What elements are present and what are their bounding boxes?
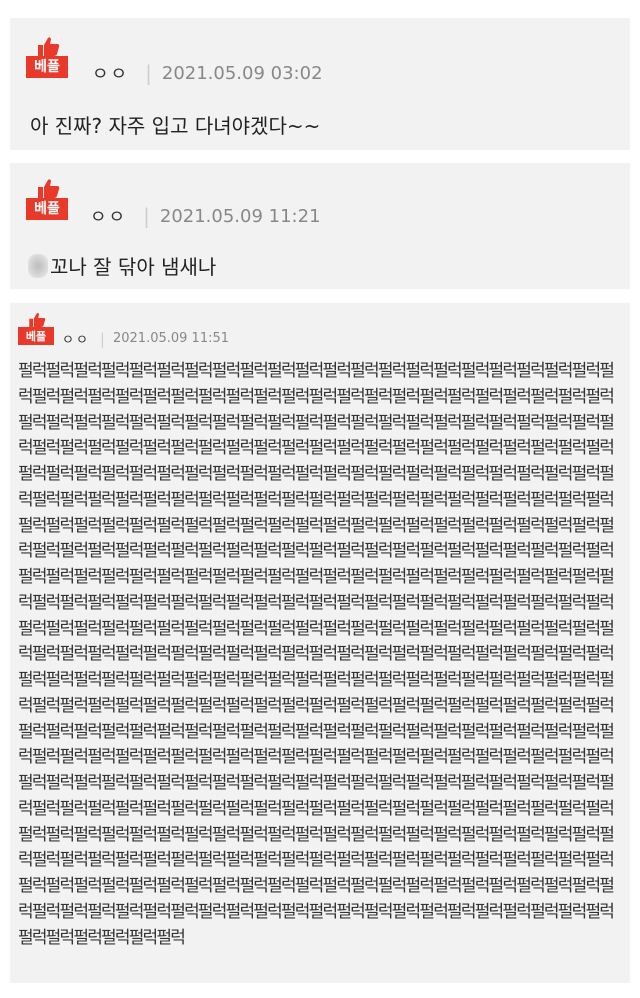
comment-text: 아 진짜? 자주 입고 다녀야겠다~~: [30, 114, 321, 138]
thumbs-up-icon: [29, 312, 46, 327]
thumbs-up-icon: [38, 37, 60, 56]
best-comment-badge: 베플: [26, 178, 68, 220]
meta-divider: |: [99, 329, 105, 348]
author-name[interactable]: ㅇㅇ: [62, 329, 90, 348]
comment-date: 2021.05.09 03:02: [161, 62, 323, 84]
best-comment-card: 베플 ㅇㅇ | 2021.05.09 11:21 꼬나 잘 닦아 냄새나: [10, 163, 630, 289]
best-comment-badge: 베플: [18, 312, 54, 345]
comment-text: 꼬나 잘 닦아 냄새나: [50, 255, 217, 279]
author-name[interactable]: ㅇㅇ: [92, 60, 129, 86]
best-comment-card: 베플 ㅇㅇ | 2021.05.09 11:51 펄럭펄럭펄럭펄럭펄럭펄럭펄럭펄…: [10, 303, 630, 983]
comment-body: 꼬나 잘 닦아 냄새나: [28, 251, 216, 280]
best-badge-label: 베플: [26, 56, 68, 78]
best-comment-badge: 베플: [26, 36, 68, 78]
meta-divider: |: [143, 204, 150, 228]
best-badge-label: 베플: [18, 327, 54, 345]
comment-meta: ㅇㅇ | 2021.05.09 11:21: [90, 203, 321, 229]
comment-meta: ㅇㅇ | 2021.05.09 11:51: [62, 329, 230, 349]
meta-divider: |: [145, 61, 152, 85]
comment-meta: ㅇㅇ | 2021.05.09 03:02: [92, 60, 323, 86]
comment-date: 2021.05.09 11:51: [112, 331, 230, 346]
best-comment-card: 베플 ㅇㅇ | 2021.05.09 03:02 아 진짜? 자주 입고 다녀야…: [10, 18, 630, 150]
thumbs-up-icon: [38, 179, 60, 198]
comment-date: 2021.05.09 11:21: [159, 205, 321, 227]
comment-text: 펄럭펄럭펄럭펄럭펄럭펄럭펄럭펄럭펄럭펄럭펄럭펄럭펄럭펄럭펄럭펄럭펄럭펄럭펄럭펄럭…: [18, 361, 615, 948]
blurred-character: [28, 253, 48, 278]
author-name[interactable]: ㅇㅇ: [90, 203, 127, 229]
best-badge-label: 베플: [26, 198, 68, 220]
